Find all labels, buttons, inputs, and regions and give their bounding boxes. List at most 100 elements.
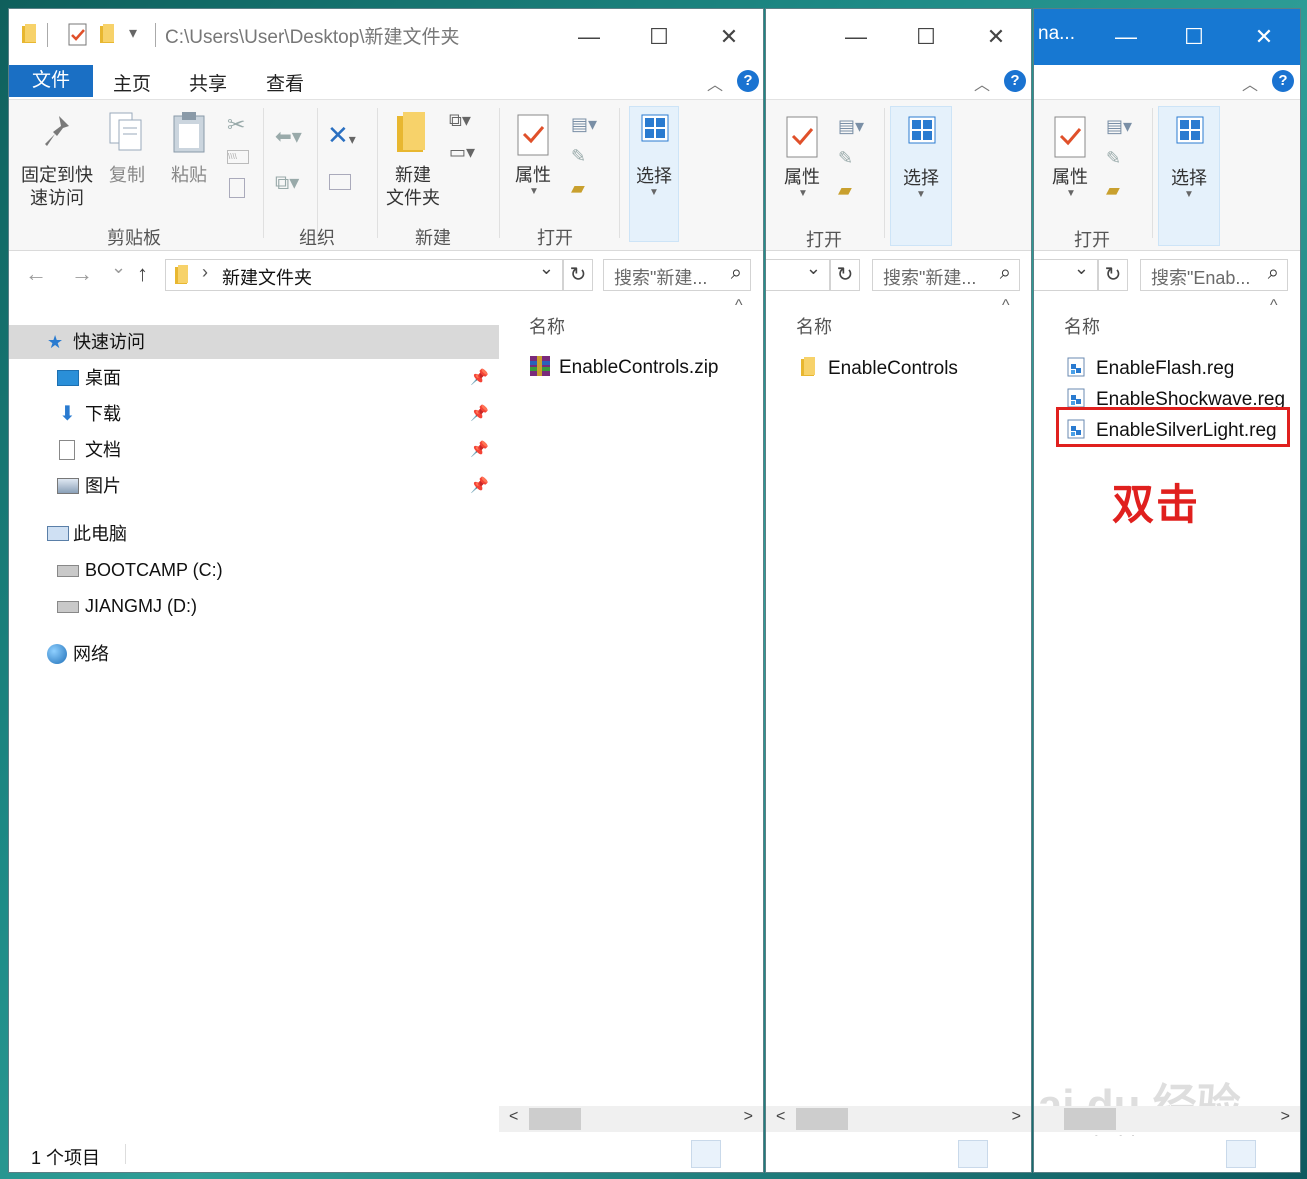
file-item[interactable]: EnableControls.zip	[529, 355, 718, 379]
paste-icon[interactable]	[171, 110, 207, 156]
collapse-ribbon-icon[interactable]: ︿	[974, 71, 990, 95]
nav-item-documents[interactable]: 文档 📌	[9, 433, 499, 467]
details-view-button[interactable]	[1226, 1140, 1256, 1168]
select-group[interactable]: 选择 ▼	[890, 106, 952, 246]
nav-item-pictures[interactable]: 图片 📌	[9, 469, 499, 503]
scroll-right-arrow[interactable]: >	[1281, 1108, 1290, 1126]
back-button[interactable]: ←	[25, 261, 47, 287]
pin-icon[interactable]: 📌	[470, 469, 489, 503]
scroll-thumb[interactable]	[1064, 1108, 1116, 1130]
refresh-button[interactable]: ↻	[1098, 259, 1128, 291]
scroll-left-arrow[interactable]: <	[509, 1108, 518, 1126]
maximize-button[interactable]: ☐	[639, 23, 679, 51]
help-icon[interactable]: ?	[1004, 70, 1026, 92]
search-icon[interactable]: ⌕	[1268, 262, 1279, 285]
minimize-button[interactable]: —	[569, 23, 609, 51]
search-icon[interactable]: ⌕	[731, 262, 742, 285]
close-button[interactable]: ✕	[1244, 23, 1284, 51]
tab-view[interactable]: 查看	[266, 69, 304, 96]
sort-up-icon[interactable]: ^	[735, 297, 743, 315]
properties-icon[interactable]	[515, 112, 551, 158]
details-view-button[interactable]	[691, 1140, 721, 1168]
horizontal-scrollbar[interactable]: < >	[766, 1106, 1031, 1132]
pin-icon[interactable]: 📌	[470, 361, 489, 395]
search-box[interactable]: 搜索"新建... ⌕	[872, 259, 1020, 291]
address-bar[interactable]: ⌄	[1034, 258, 1098, 291]
edit-icon[interactable]: ✎	[1106, 148, 1121, 169]
large-icons-view-button[interactable]	[1260, 1140, 1290, 1168]
select-all-icon[interactable]	[907, 115, 937, 145]
column-header-name[interactable]: 名称	[796, 313, 832, 339]
nav-item-drive-c[interactable]: BOOTCAMP (C:)	[9, 553, 499, 587]
address-text[interactable]: 新建文件夹	[222, 264, 312, 290]
address-bar[interactable]: › 新建文件夹 ⌄	[165, 258, 563, 291]
new-folder-button[interactable]: 新建 文件夹	[379, 164, 447, 210]
select-group[interactable]: 选择 ▼	[1158, 106, 1220, 246]
select-button[interactable]: 选择	[630, 165, 678, 188]
open-icon[interactable]: ▤▾	[838, 116, 864, 137]
address-dropdown-icon[interactable]: ⌄	[539, 258, 554, 279]
cut-icon[interactable]: ✂	[227, 112, 245, 138]
close-button[interactable]: ✕	[709, 23, 749, 51]
title-bar[interactable]: na... — ☐ ✕	[1034, 9, 1300, 67]
forward-button[interactable]: →	[71, 261, 93, 287]
select-all-icon[interactable]	[640, 113, 670, 143]
address-dropdown-icon[interactable]: ⌄	[1074, 258, 1089, 279]
tab-file[interactable]: 文件	[9, 65, 93, 97]
history-icon[interactable]: ▰	[571, 178, 585, 199]
nav-item-downloads[interactable]: ⬇ 下载 📌	[9, 397, 499, 431]
nav-item-desktop[interactable]: 桌面 📌	[9, 361, 499, 395]
collapse-ribbon-icon[interactable]: ︿	[707, 71, 723, 95]
large-icons-view-button[interactable]	[992, 1140, 1022, 1168]
edit-icon[interactable]: ✎	[838, 148, 853, 169]
delete-icon[interactable]: ✕▾	[327, 120, 356, 151]
properties-icon[interactable]	[784, 114, 820, 160]
minimize-button[interactable]: —	[836, 23, 876, 51]
title-bar[interactable]: ▾ C:\Users\User\Desktop\新建文件夹 — ☐ ✕	[9, 9, 763, 67]
properties-icon[interactable]	[1052, 114, 1088, 160]
details-view-button[interactable]	[958, 1140, 988, 1168]
collapse-ribbon-icon[interactable]: ︿	[1242, 71, 1258, 95]
large-icons-view-button[interactable]	[725, 1140, 755, 1168]
scroll-thumb[interactable]	[796, 1108, 848, 1130]
customize-toolbar-icon[interactable]: ▾	[129, 23, 137, 43]
column-header-name[interactable]: 名称	[1064, 313, 1100, 339]
easy-access-icon[interactable]: ▭▾	[449, 142, 475, 163]
tab-share[interactable]: 共享	[189, 69, 227, 96]
maximize-button[interactable]: ☐	[1174, 23, 1214, 51]
close-button[interactable]: ✕	[976, 23, 1016, 51]
select-button[interactable]: 选择	[891, 167, 951, 190]
maximize-button[interactable]: ☐	[906, 23, 946, 51]
properties-button[interactable]: 属性	[507, 164, 559, 187]
new-item-icon[interactable]: ⧉▾	[449, 110, 471, 131]
pin-icon[interactable]	[39, 112, 75, 152]
new-folder-icon[interactable]	[395, 110, 429, 154]
reg-file-item[interactable]: EnableFlash.reg	[1066, 357, 1234, 380]
help-icon[interactable]: ?	[1272, 70, 1294, 92]
scroll-thumb[interactable]	[529, 1108, 581, 1130]
sort-up-icon[interactable]: ^	[1270, 297, 1278, 315]
column-header-name[interactable]: 名称	[529, 313, 565, 339]
refresh-button[interactable]: ↻	[563, 259, 593, 291]
minimize-button[interactable]: —	[1106, 23, 1146, 51]
address-bar[interactable]: ⌄	[766, 258, 830, 291]
nav-item-network[interactable]: 网络	[9, 637, 499, 671]
nav-item-quick-access[interactable]: ★ 快速访问	[9, 325, 499, 359]
paste-shortcut-icon[interactable]	[229, 178, 245, 198]
properties-check-icon[interactable]	[67, 21, 89, 47]
recent-locations-icon[interactable]: ⌄	[111, 257, 126, 278]
properties-button[interactable]: 属性	[776, 166, 828, 189]
nav-item-this-pc[interactable]: 此电脑	[9, 517, 499, 551]
horizontal-scrollbar[interactable]: < >	[499, 1106, 763, 1132]
edit-icon[interactable]: ✎	[571, 146, 586, 167]
horizontal-scrollbar[interactable]: >	[1034, 1106, 1300, 1132]
copy-icon[interactable]	[107, 110, 147, 156]
chevron-right-icon[interactable]: ›	[202, 262, 208, 283]
history-icon[interactable]: ▰	[1106, 180, 1120, 201]
open-icon[interactable]: ▤▾	[571, 114, 597, 135]
help-icon[interactable]: ?	[737, 70, 759, 92]
history-icon[interactable]: ▰	[838, 180, 852, 201]
rename-icon[interactable]	[329, 174, 351, 190]
pin-icon[interactable]: 📌	[470, 433, 489, 467]
select-group[interactable]: 选择 ▼	[629, 106, 679, 242]
